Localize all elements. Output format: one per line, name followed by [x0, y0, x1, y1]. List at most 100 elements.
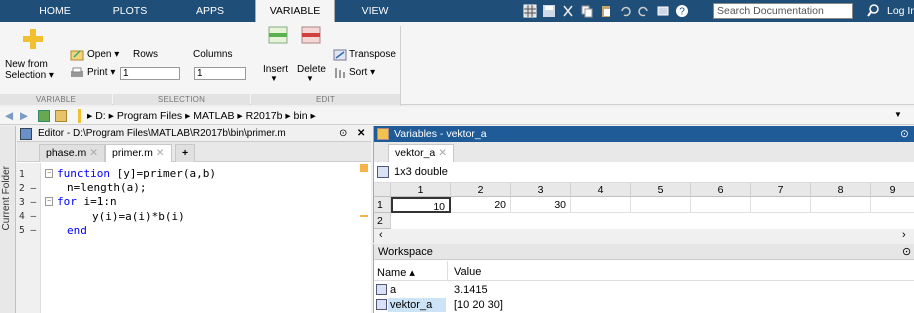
- breadcrumb-drive[interactable]: D:: [95, 110, 106, 122]
- transpose-button[interactable]: Transpose: [349, 49, 396, 60]
- log-in-link[interactable]: Log In: [887, 0, 914, 22]
- breadcrumb-r2017b[interactable]: R2017b: [246, 110, 283, 122]
- delete-icon[interactable]: [301, 26, 321, 44]
- workspace-title: Workspace: [378, 246, 433, 258]
- insert-dropdown-icon[interactable]: ▼: [270, 74, 278, 83]
- back-icon[interactable]: ◀: [5, 110, 13, 122]
- breadcrumb-program-files[interactable]: Program Files: [117, 110, 182, 122]
- column-header[interactable]: 4: [571, 183, 631, 197]
- workspace-menu-icon[interactable]: ⊙: [902, 245, 911, 258]
- insert-icon[interactable]: [268, 26, 288, 44]
- column-header[interactable]: 6: [691, 183, 751, 197]
- selection-label: Selection ▾: [5, 70, 54, 81]
- new-from-selection-button[interactable]: New from Selection ▾: [5, 59, 54, 81]
- sort-icon[interactable]: [333, 67, 347, 79]
- column-header[interactable]: 1: [391, 183, 451, 197]
- ribbon: New from Selection ▾ Open ▾ Print ▾ Rows…: [0, 22, 914, 106]
- current-folder-strip[interactable]: Current Folder: [0, 126, 16, 313]
- variables-title-bar: Variables - vektor_a ⊙: [374, 126, 914, 142]
- fold-toggle-icon[interactable]: −: [45, 169, 53, 178]
- columns-input[interactable]: 1: [194, 67, 246, 80]
- switch-windows-icon[interactable]: [655, 3, 671, 19]
- editor-close-icon[interactable]: ✕: [357, 126, 365, 142]
- group-label-selection: SELECTION: [113, 94, 250, 105]
- tab-close-icon[interactable]: ✕: [438, 147, 447, 159]
- editor-menu-icon[interactable]: ⊙: [339, 126, 347, 142]
- column-header[interactable]: 8: [811, 183, 871, 197]
- column-header[interactable]: 3: [511, 183, 571, 197]
- code-text: [y]=primer(a,b): [109, 167, 216, 180]
- grid-cell[interactable]: [871, 197, 914, 213]
- tab-close-icon[interactable]: ✕: [156, 147, 165, 159]
- row-header[interactable]: 2: [374, 213, 391, 229]
- breadcrumb-bin[interactable]: bin: [294, 110, 308, 122]
- workspace-row[interactable]: vektor_a [10 20 30]: [374, 298, 914, 313]
- new-variable-icon[interactable]: [22, 28, 44, 50]
- scroll-right-icon[interactable]: ›: [902, 229, 906, 241]
- grid-cell-selected[interactable]: 10: [391, 197, 451, 213]
- variables-menu-icon[interactable]: ⊙: [900, 126, 909, 142]
- up-folder-icon[interactable]: [38, 110, 50, 122]
- tab-apps[interactable]: APPS: [175, 0, 245, 22]
- workspace-row[interactable]: a 3.1415: [374, 283, 914, 297]
- paste-icon[interactable]: [598, 3, 614, 19]
- undo-icon[interactable]: [617, 3, 633, 19]
- column-header[interactable]: 2: [451, 183, 511, 197]
- row-header[interactable]: 1: [374, 197, 391, 213]
- fold-toggle-icon[interactable]: −: [45, 197, 53, 206]
- sort-button[interactable]: Sort ▾: [349, 67, 375, 78]
- transpose-icon[interactable]: [333, 49, 347, 61]
- warning-marker[interactable]: [360, 215, 368, 217]
- grid-cell[interactable]: [571, 197, 631, 213]
- print-icon[interactable]: [70, 67, 84, 79]
- browse-folder-icon[interactable]: [55, 110, 67, 122]
- help-icon[interactable]: ?: [674, 3, 690, 19]
- horizontal-scrollbar[interactable]: ‹ ›: [374, 229, 914, 243]
- cut-icon[interactable]: [560, 3, 576, 19]
- column-header[interactable]: 9: [871, 183, 914, 197]
- tab-home[interactable]: HOME: [25, 0, 85, 22]
- grid-cell[interactable]: [631, 197, 691, 213]
- grid-cell[interactable]: 20: [451, 197, 511, 213]
- copy-icon[interactable]: [579, 3, 595, 19]
- rows-input[interactable]: 1: [120, 67, 180, 80]
- analyzer-warning-indicator[interactable]: [360, 164, 368, 172]
- grid-icon[interactable]: [522, 3, 538, 19]
- tab-view[interactable]: VIEW: [345, 0, 405, 22]
- print-button[interactable]: Print ▾: [87, 67, 115, 78]
- grid-cell[interactable]: [811, 197, 871, 213]
- code-line-5[interactable]: end: [67, 224, 87, 237]
- delete-dropdown-icon[interactable]: ▼: [306, 74, 314, 83]
- code-line-3[interactable]: for i=1:n: [57, 195, 117, 208]
- name-column-header[interactable]: Name ▴: [377, 266, 415, 279]
- variables-tab-bar: vektor_a ✕: [374, 142, 914, 162]
- tab-close-icon[interactable]: ✕: [89, 147, 98, 159]
- rows-label: Rows: [133, 49, 159, 60]
- address-dropdown-icon[interactable]: ▼: [894, 110, 902, 119]
- open-button[interactable]: Open ▾: [87, 49, 119, 60]
- redo-icon[interactable]: [636, 3, 652, 19]
- variable-tab-vektor-a[interactable]: vektor_a ✕: [388, 144, 455, 162]
- editor-tab-phase[interactable]: phase.m ✕: [39, 144, 106, 162]
- editor-tab-primer[interactable]: primer.m ✕: [105, 144, 172, 162]
- value-column-header[interactable]: Value: [454, 266, 481, 278]
- column-header[interactable]: 7: [751, 183, 811, 197]
- variable-value: [10 20 30]: [454, 299, 503, 311]
- code-line-1[interactable]: function [y]=primer(a,b): [57, 167, 216, 180]
- tab-plots[interactable]: PLOTS: [95, 0, 165, 22]
- forward-icon[interactable]: ▶: [20, 110, 28, 122]
- grid-cell[interactable]: 30: [511, 197, 571, 213]
- code-line-4[interactable]: y(i)=a(i)*b(i): [92, 210, 185, 223]
- grid-cell[interactable]: [751, 197, 811, 213]
- add-tab-button[interactable]: +: [175, 144, 196, 162]
- breadcrumb-matlab[interactable]: MATLAB: [193, 110, 234, 122]
- grid-cell[interactable]: [691, 197, 751, 213]
- code-line-2[interactable]: n=length(a);: [67, 181, 146, 194]
- scroll-left-icon[interactable]: ‹: [379, 229, 383, 241]
- column-header[interactable]: 5: [631, 183, 691, 197]
- tab-variable[interactable]: VARIABLE: [255, 0, 335, 22]
- save-icon[interactable]: [541, 3, 557, 19]
- open-icon[interactable]: [70, 49, 84, 61]
- search-documentation-input[interactable]: Search Documentation: [713, 3, 853, 19]
- search-icon[interactable]: [866, 3, 880, 19]
